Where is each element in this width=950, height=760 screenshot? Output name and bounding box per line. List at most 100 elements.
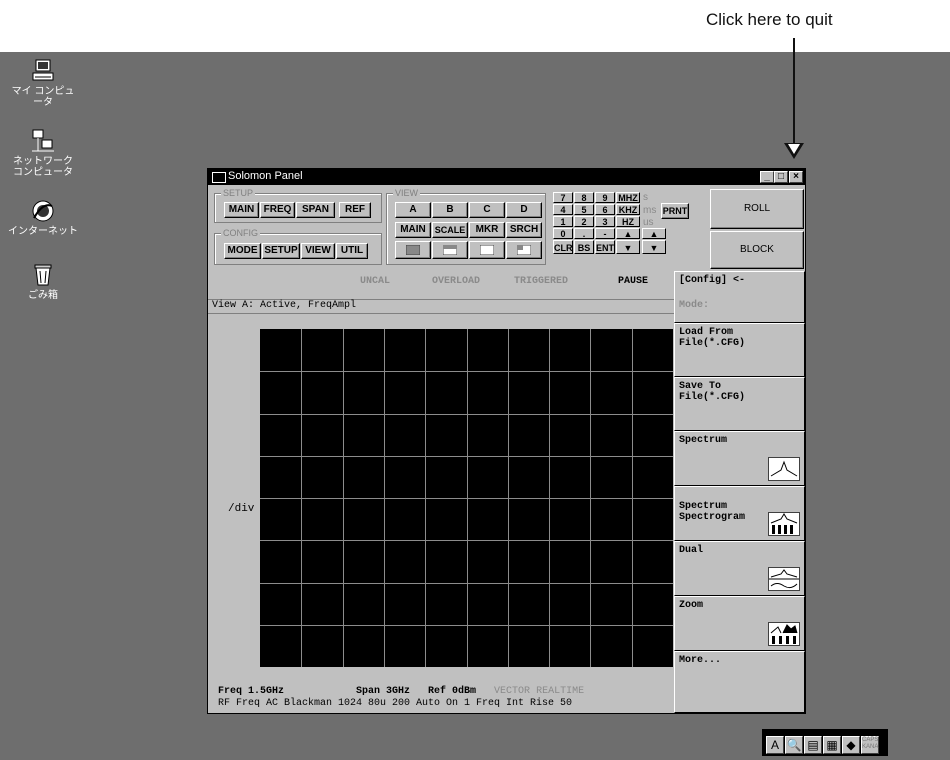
key-up-2[interactable]: ▲ (642, 228, 666, 239)
key-8[interactable]: 8 (574, 192, 594, 203)
config-util-button[interactable]: UTIL (336, 243, 368, 259)
zoom-label: Zoom (679, 600, 704, 611)
view-c-button[interactable]: C (469, 202, 505, 218)
config-mode-button[interactable]: MODE (224, 243, 261, 259)
layout-empty-icon (479, 244, 495, 256)
search-icon[interactable]: 🔍 (785, 736, 803, 754)
desktop-icon-my-computer[interactable]: マイ コンピュータ (8, 58, 78, 108)
view-main-button[interactable]: MAIN (395, 222, 431, 238)
zoom-icon (768, 622, 800, 646)
save-to-file-button[interactable]: Save To File(*.CFG) (674, 377, 805, 431)
view-srch-button[interactable]: SRCH (506, 222, 542, 238)
key-mhz[interactable]: MHZ (616, 192, 640, 203)
spectrum-icon (768, 457, 800, 481)
info-line-1: Freq 1.5GHz Span 3GHz Ref 0dBm VECTOR RE… (218, 686, 584, 697)
desktop-icon-internet[interactable]: インターネット (8, 198, 78, 237)
div-label: /div (228, 503, 255, 515)
key-bs[interactable]: BS (574, 240, 594, 254)
setup-freq-button[interactable]: FREQ (260, 202, 295, 218)
view-a-button[interactable]: A (395, 202, 431, 218)
spectrum-label: Spectrum (679, 435, 728, 446)
view-b-button[interactable]: B (432, 202, 468, 218)
desktop-icon-label: インターネット (8, 226, 78, 237)
recycle-bin-icon (30, 262, 56, 288)
status-triggered: TRIGGERED (514, 276, 569, 287)
config-view-button[interactable]: VIEW (301, 243, 335, 259)
setup-ref-button[interactable]: REF (339, 202, 371, 218)
network-icon (30, 128, 56, 154)
print-button[interactable]: PRNT (661, 203, 689, 219)
spectrum-spectrogram-button[interactable]: Spectrum Spectrogram (674, 486, 805, 541)
pad-icon[interactable]: ▦ (823, 736, 841, 754)
title-bar[interactable]: Solomon Panel _ □ × (208, 169, 805, 185)
key-up[interactable]: ▲ (616, 228, 640, 239)
key-hz[interactable]: HZ (616, 216, 640, 227)
spectrum-plot[interactable] (260, 329, 673, 667)
key-ent[interactable]: ENT (595, 240, 615, 254)
key-clr[interactable]: CLR (553, 240, 573, 254)
status-row: UNCAL OVERLOAD TRIGGERED PAUSE (208, 271, 674, 300)
setup-span-button[interactable]: SPAN (296, 202, 335, 218)
config-menu-panel: [Config] <- Mode: Load From File(*.CFG) … (674, 271, 805, 713)
plot-grid (260, 329, 673, 667)
key-4[interactable]: 4 (553, 204, 573, 215)
more-button[interactable]: More... (674, 651, 805, 713)
ime-toolbar: A 🔍 ▤ ▦ ◆ CAPS KANA (762, 729, 888, 756)
ime-mode-button[interactable]: A (766, 736, 784, 754)
measurement-info: Freq 1.5GHz Span 3GHz Ref 0dBm VECTOR RE… (208, 684, 674, 713)
unit-s[interactable]: s (643, 192, 648, 203)
key-9[interactable]: 9 (595, 192, 615, 203)
minimize-button[interactable]: _ (760, 171, 774, 183)
key-down[interactable]: ▼ (616, 240, 640, 254)
load-from-file-button[interactable]: Load From File(*.CFG) (674, 323, 805, 377)
view-scale-button[interactable]: SCALE (432, 222, 468, 238)
spectrogram-icon (768, 512, 800, 536)
unit-us[interactable]: us (643, 217, 654, 228)
eraser-icon[interactable]: ◆ (842, 736, 860, 754)
config-menu-header[interactable]: [Config] <- Mode: (674, 271, 805, 323)
layout-corner-icon (516, 244, 532, 256)
desktop-icon-label: ごみ箱 (28, 290, 58, 301)
key-down-2[interactable]: ▼ (642, 240, 666, 254)
key-7[interactable]: 7 (553, 192, 573, 203)
realtime-label: REALTIME (536, 686, 585, 697)
roll-button[interactable]: ROLL (710, 189, 804, 229)
solomon-panel-window: Solomon Panel _ □ × SETUP MAIN FREQ SPAN… (207, 168, 806, 714)
key-6[interactable]: 6 (595, 204, 615, 215)
layout-quad-button[interactable] (506, 241, 542, 259)
key-khz[interactable]: KHZ (616, 204, 640, 215)
view-d-button[interactable]: D (506, 202, 542, 218)
zoom-mode-button[interactable]: Zoom (674, 596, 805, 651)
layout-empty-button[interactable] (469, 241, 505, 259)
desktop-icon-label: ネットワーク コンピュータ (13, 156, 73, 178)
unit-ms[interactable]: ms (643, 205, 656, 216)
view-mkr-button[interactable]: MKR (469, 222, 505, 238)
key-5[interactable]: 5 (574, 204, 594, 215)
spectrum-mode-button[interactable]: Spectrum (674, 431, 805, 486)
key-3[interactable]: 3 (595, 216, 615, 227)
dictionary-icon[interactable]: ▤ (804, 736, 822, 754)
key-1[interactable]: 1 (553, 216, 573, 227)
status-overload: OVERLOAD (432, 276, 481, 287)
vector-label: VECTOR (494, 686, 531, 697)
layout-split-horizontal-button[interactable] (432, 241, 468, 259)
block-button[interactable]: BLOCK (710, 231, 804, 269)
computer-icon (30, 58, 56, 84)
dual-icon (768, 567, 800, 591)
key-0[interactable]: 0 (553, 228, 573, 239)
desktop-icon-network[interactable]: ネットワーク コンピュータ (8, 128, 78, 178)
status-pause: PAUSE (618, 276, 649, 287)
key-dot[interactable]: . (574, 228, 594, 239)
config-group-label: CONFIG (221, 228, 260, 238)
maximize-button[interactable]: □ (774, 171, 788, 183)
quit-callout-text: Click here to quit (706, 10, 833, 29)
app-icon (212, 172, 226, 183)
config-setup-button[interactable]: SETUP (262, 243, 300, 259)
setup-main-button[interactable]: MAIN (224, 202, 259, 218)
key-minus[interactable]: - (595, 228, 615, 239)
desktop-icon-recycle-bin[interactable]: ごみ箱 (8, 262, 78, 301)
key-2[interactable]: 2 (574, 216, 594, 227)
close-button[interactable]: × (789, 171, 803, 183)
layout-single-button[interactable] (395, 241, 431, 259)
dual-mode-button[interactable]: Dual (674, 541, 805, 596)
